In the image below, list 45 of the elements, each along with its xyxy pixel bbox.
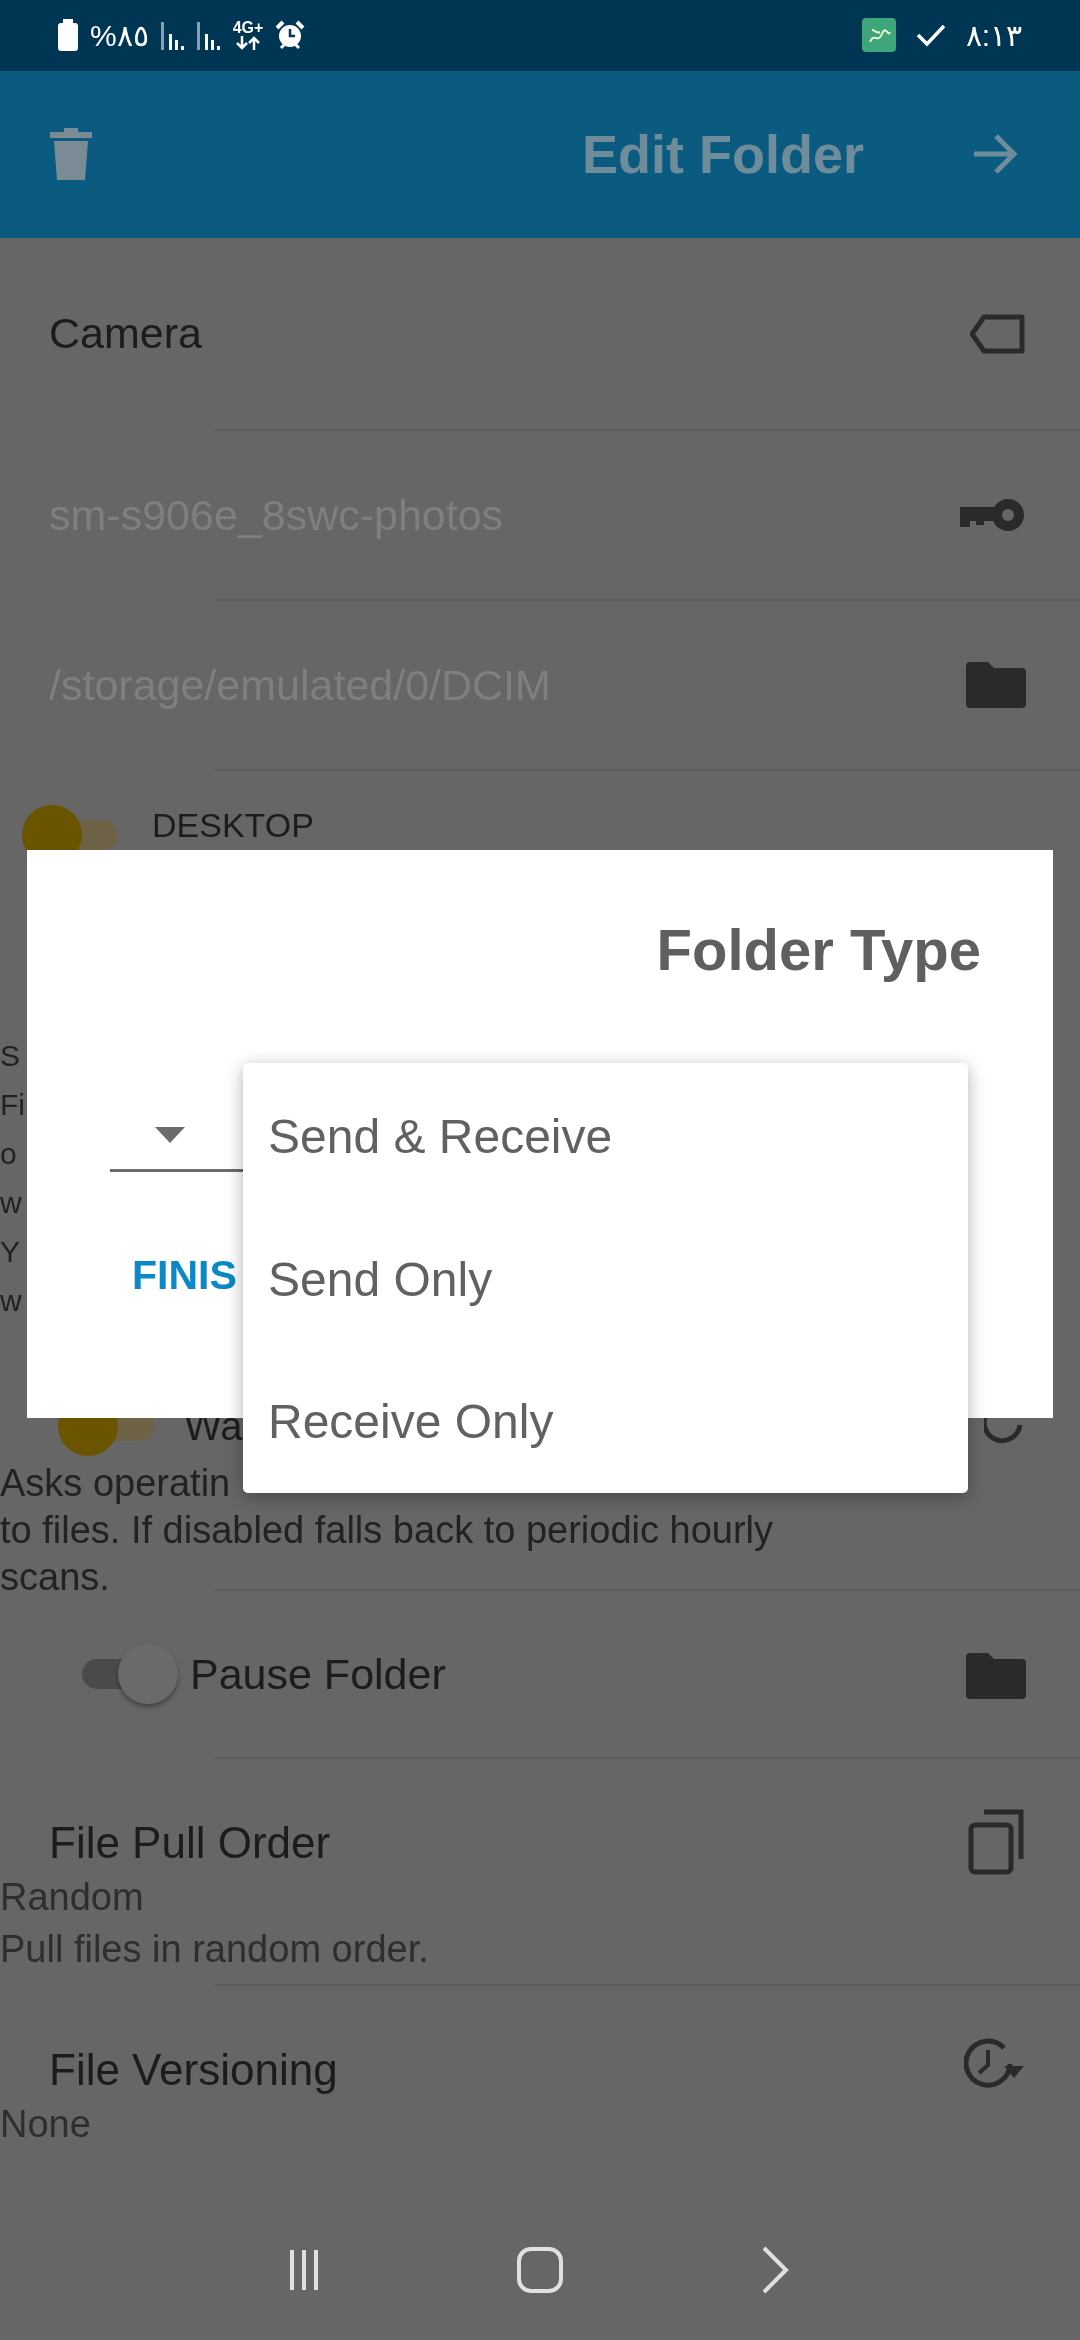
signal-icon: [160, 20, 185, 51]
description-text: S: [0, 1038, 20, 1074]
battery-icon: [58, 19, 78, 52]
home-icon[interactable]: [517, 2247, 563, 2293]
description-text: Y: [0, 1234, 20, 1270]
description-text: w: [0, 1185, 22, 1221]
menu-item[interactable]: Receive Only: [243, 1350, 968, 1493]
folder-icon[interactable]: [966, 1653, 1026, 1699]
description-text: Fi: [0, 1087, 25, 1123]
setting-title: File Pull Order: [48, 1817, 331, 1869]
clock-time: ٨:١٣: [965, 17, 1022, 53]
recents-icon[interactable]: [289, 2250, 319, 2290]
description-text: o: [0, 1136, 17, 1172]
field-value[interactable]: Camera: [49, 309, 202, 358]
screen-title: Edit Folder: [582, 123, 864, 186]
arrow-right-icon[interactable]: [974, 134, 1020, 175]
folder-icon[interactable]: [966, 662, 1026, 708]
finish-button[interactable]: FINIS: [132, 1248, 237, 1302]
description-text: w: [0, 1283, 22, 1319]
setting-title: Pause Folder: [190, 1649, 446, 1699]
dropdown-arrow-icon: [155, 1126, 185, 1143]
dialog-title: Folder Type: [655, 916, 982, 984]
setting-title: File Versioning: [48, 2044, 338, 2096]
chevron-icon[interactable]: [761, 2246, 791, 2294]
delete-icon[interactable]: [50, 128, 92, 181]
menu-item[interactable]: Send Only: [243, 1207, 968, 1351]
description-text: Asks operatin: [0, 1461, 232, 1506]
toggle-switch[interactable]: [82, 1644, 178, 1704]
setting-value: Random: [0, 1875, 144, 1920]
device-name: DESKTOP: [152, 805, 314, 845]
setting-value: None: [0, 2102, 91, 2147]
key-icon[interactable]: [960, 497, 1026, 533]
menu-item[interactable]: Send & Receive: [243, 1065, 968, 1208]
copy-icon[interactable]: [968, 1809, 1026, 1875]
data-arrows-icon: [235, 36, 262, 51]
battery-level: %٨٥: [90, 17, 149, 53]
app-notification-icon: [861, 18, 896, 53]
network-type: 4G+: [232, 20, 264, 37]
tag-icon[interactable]: [970, 313, 1026, 354]
description-text: Pull files in random order.: [0, 1927, 429, 1972]
description-text: scans.: [0, 1555, 111, 1600]
alarm-icon: [275, 20, 306, 51]
signal-icon: [196, 20, 221, 51]
check-icon: [915, 23, 946, 48]
description-text: to files. If disabled falls back to periodic hourly: [0, 1508, 775, 1553]
